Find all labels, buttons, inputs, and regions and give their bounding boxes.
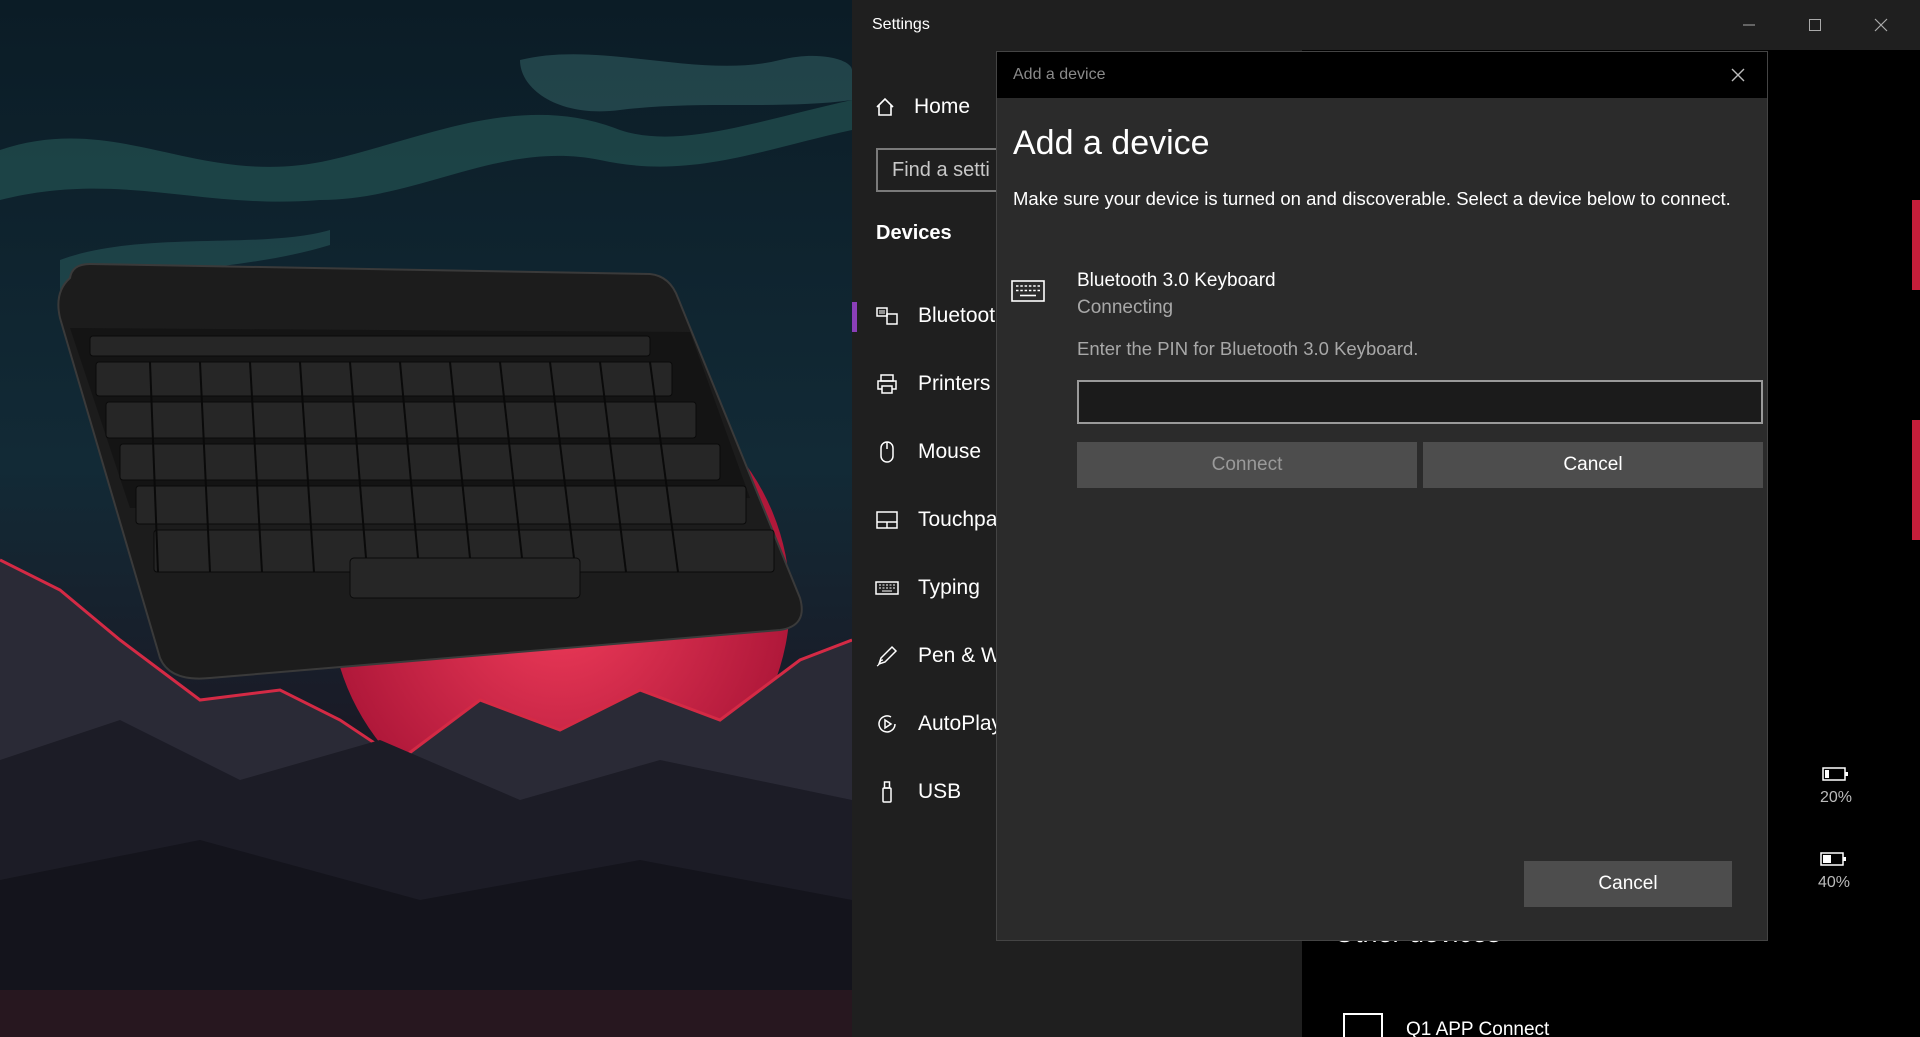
battery-percent: 40% [1817,874,1851,891]
display-device-icon [1343,1013,1383,1037]
close-window-button[interactable] [1858,10,1904,40]
settings-titlebar[interactable]: Settings [852,0,1920,50]
add-device-dialog: Add a device Add a device Make sure your… [996,51,1768,941]
keyboard-product-image [57,262,803,680]
dialog-close-button[interactable] [1727,64,1749,86]
nav-item-label: Touchpa [918,508,998,531]
battery-indicator: 20% [1806,766,1866,807]
desktop-wallpaper [0,0,852,1037]
maximize-icon [1809,19,1821,31]
other-device-item[interactable]: Q1 APP Connect [1342,1012,1549,1037]
battery-icon [1822,767,1848,781]
nav-item-label: AutoPlay [918,712,1003,735]
nav-item-label: Mouse [918,440,982,463]
dialog-cancel-button[interactable]: Cancel [1524,861,1732,907]
battery-indicator: 40% [1804,851,1864,892]
pin-prompt: Enter the PIN for Bluetooth 3.0 Keyboard… [1077,338,1419,359]
close-icon [1731,68,1745,82]
nav-item-label: Bluetoot [918,304,996,327]
pen-icon [874,643,900,669]
nav-home[interactable]: Home [874,90,970,124]
pin-cancel-button[interactable]: Cancel [1423,442,1763,488]
search-placeholder: Find a setti [892,159,990,181]
maximize-button[interactable] [1792,10,1838,40]
dialog-description: Make sure your device is turned on and d… [1013,188,1731,209]
minimize-button[interactable] [1726,10,1772,40]
nav-section-title: Devices [876,222,952,244]
dialog-title: Add a device [1013,66,1106,83]
device-name: Bluetooth 3.0 Keyboard [1077,270,1276,291]
nav-home-label: Home [914,95,971,118]
connect-button[interactable]: Connect [1077,442,1417,488]
usb-icon [874,779,900,805]
nav-item-label: Typing [918,576,980,599]
printer-icon [874,371,900,397]
mouse-icon [874,439,900,465]
dialog-titlebar[interactable]: Add a device [997,52,1767,98]
other-device-name: Q1 APP Connect [1406,1019,1550,1037]
home-icon [876,97,894,116]
touchpad-icon [874,507,900,533]
nav-item-label: Pen & W [918,644,1001,667]
bluetooth-devices-icon [874,303,900,329]
nav-item-label: USB [918,780,962,803]
battery-percent: 20% [1819,789,1853,806]
nav-item-label: Printers [918,372,991,395]
content-edge-accent [1912,420,1920,540]
dialog-heading: Add a device [1013,124,1210,162]
content-edge-accent [1912,200,1920,290]
keyboard-icon [874,575,900,601]
device-status: Connecting [1077,297,1174,318]
autoplay-icon [874,711,900,737]
pin-input[interactable] [1077,380,1763,424]
battery-icon [1820,852,1846,866]
minimize-icon [1743,24,1755,26]
keyboard-icon [1011,280,1045,302]
close-icon [1874,18,1888,32]
settings-title: Settings [872,16,930,33]
